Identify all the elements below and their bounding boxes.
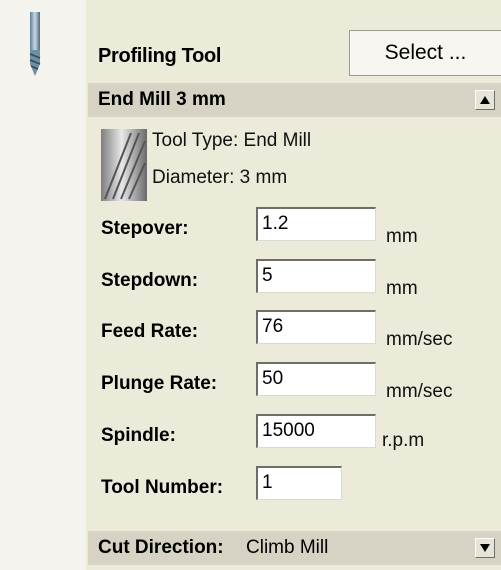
- feed-rate-field[interactable]: 76: [256, 310, 376, 344]
- diameter-label: Diameter:: [152, 167, 235, 188]
- cut-direction-value: Climb Mill: [246, 537, 329, 558]
- tool-number-label: Tool Number:: [101, 477, 224, 498]
- stepdown-field[interactable]: 5: [256, 259, 376, 293]
- spindle-label: Spindle:: [101, 425, 176, 446]
- feed-rate-label: Feed Rate:: [101, 321, 199, 342]
- left-icon-strip: [0, 0, 86, 570]
- plunge-rate-unit: mm/sec: [386, 381, 453, 402]
- spindle-field[interactable]: 15000: [256, 414, 376, 448]
- select-tool-button[interactable]: Select ...: [349, 30, 501, 76]
- triangle-up-icon: [480, 96, 490, 104]
- tool-name-bar[interactable]: End Mill 3 mm: [88, 83, 501, 117]
- spindle-unit: r.p.m: [382, 430, 425, 451]
- expand-button[interactable]: [475, 538, 495, 558]
- triangle-down-icon: [480, 544, 490, 552]
- plunge-rate-label: Plunge Rate:: [101, 373, 218, 394]
- stepdown-unit: mm: [386, 278, 418, 299]
- panel-title: Profiling Tool: [98, 45, 222, 67]
- cut-direction-bar[interactable]: Cut Direction: Climb Mill: [88, 531, 501, 565]
- diameter-value: 3 mm: [239, 167, 288, 188]
- stepdown-label: Stepdown:: [101, 270, 199, 291]
- collapse-button[interactable]: [475, 90, 495, 110]
- tool-thumbnail-icon: [101, 129, 147, 201]
- tool-type-value: End Mill: [243, 130, 312, 151]
- stepover-label: Stepover:: [101, 218, 189, 239]
- tool-number-field[interactable]: 1: [256, 466, 342, 500]
- tool-name: End Mill 3 mm: [98, 89, 226, 110]
- plunge-rate-field[interactable]: 50: [256, 362, 376, 396]
- tool-type-label: Tool Type:: [152, 130, 239, 151]
- stepover-field[interactable]: 1.2: [256, 207, 376, 241]
- cut-direction-label: Cut Direction:: [98, 537, 224, 558]
- diameter-line: Diameter: 3 mm: [152, 167, 287, 189]
- end-mill-icon: [29, 12, 41, 76]
- tool-type-line: Tool Type: End Mill: [152, 130, 311, 152]
- stepover-unit: mm: [386, 226, 418, 247]
- feed-rate-unit: mm/sec: [386, 329, 453, 350]
